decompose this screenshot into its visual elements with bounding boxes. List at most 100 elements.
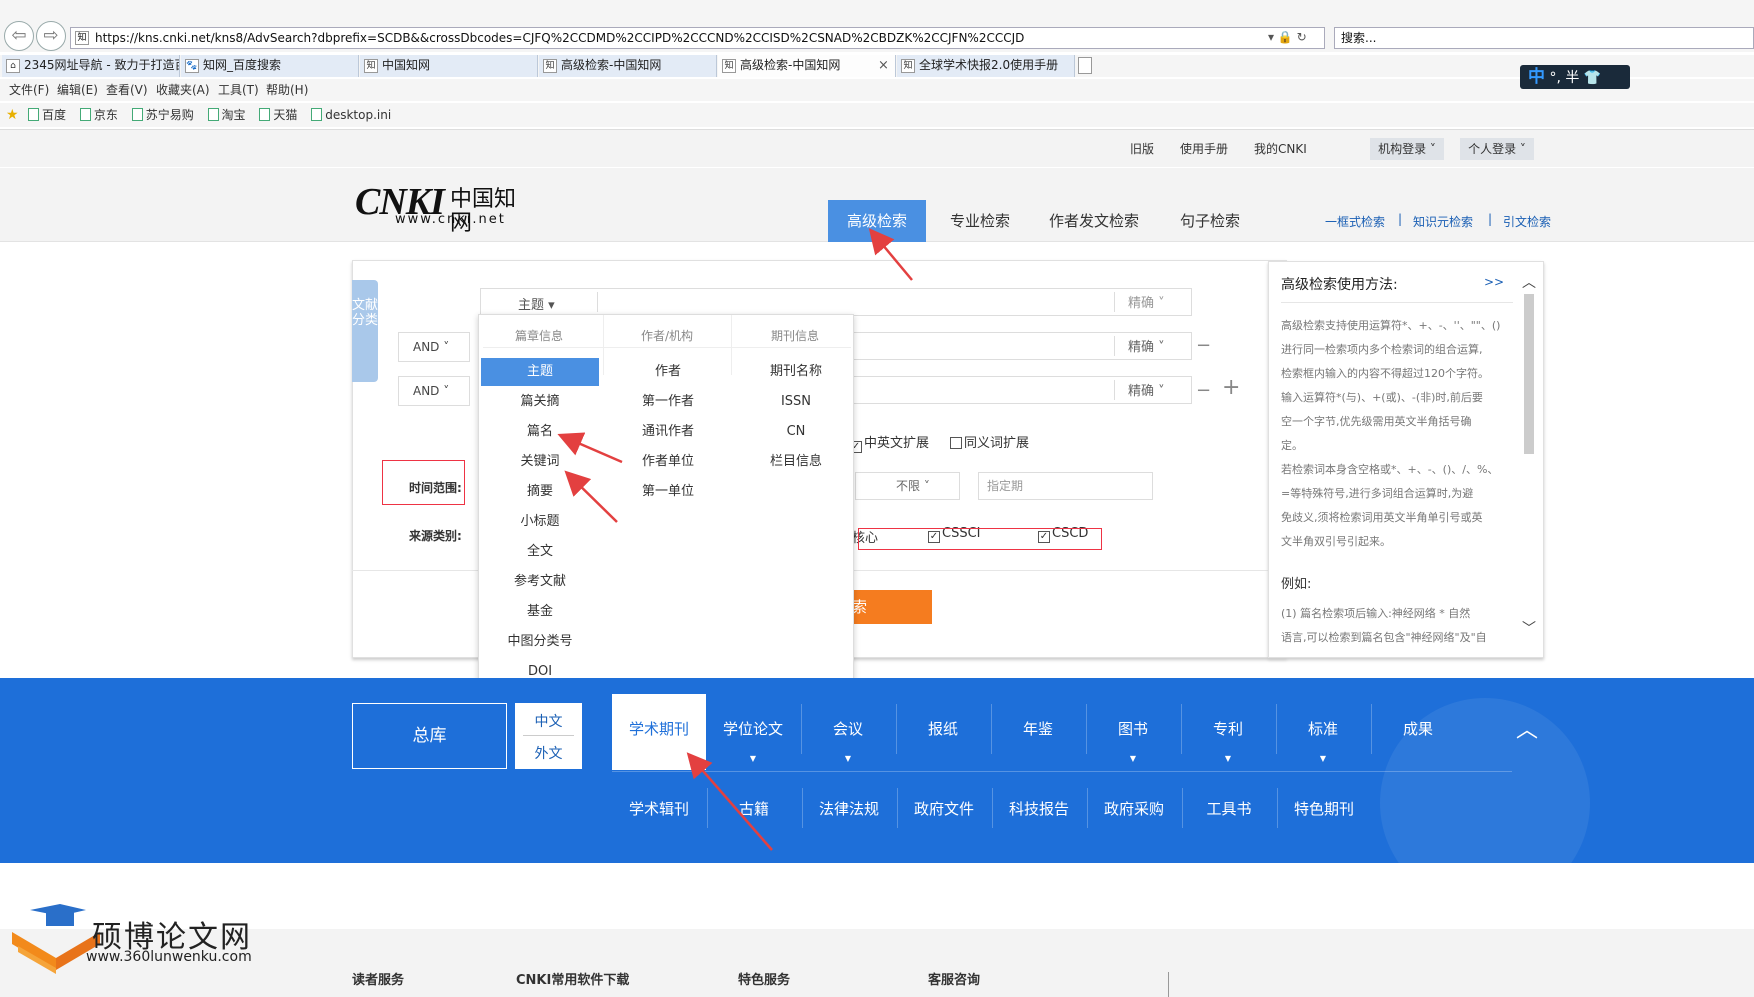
address-bar[interactable]: 知 https://kns.cnki.net/kns8/AdvSearch?db… xyxy=(70,27,1325,49)
citation-search-link[interactable]: 引文检索 xyxy=(1503,213,1551,230)
dropdown-item-cn[interactable]: CN xyxy=(737,418,855,446)
back-button[interactable]: ⇦ xyxy=(4,21,34,51)
menu-view[interactable]: 查看(V) xyxy=(106,79,148,101)
dropdown-item-affiliation[interactable]: 作者单位 xyxy=(609,448,727,476)
tab-author-search[interactable]: 作者发文检索 xyxy=(1040,200,1148,242)
my-cnki-link[interactable]: 我的CNKI xyxy=(1254,130,1307,168)
dropdown-item-keyword[interactable]: 关键词 xyxy=(481,448,599,476)
favorite-link[interactable]: 苏宁易购 xyxy=(131,103,194,127)
cnki-logo[interactable]: CNKI 中国知网 www.cnki.net xyxy=(355,182,535,236)
browser-tab-active[interactable]: 知高级检索-中国知网 × xyxy=(718,55,896,77)
dropdown-item-references[interactable]: 参考文献 xyxy=(481,568,599,596)
favorite-link[interactable]: 京东 xyxy=(79,103,118,127)
remove-row-button[interactable]: − xyxy=(1196,381,1211,401)
browser-search-input[interactable]: 搜索... xyxy=(1334,27,1754,49)
logic-select-1[interactable]: AND ˅ xyxy=(398,332,470,362)
foreign-toggle[interactable]: 外文 xyxy=(515,743,582,763)
synonym-extension-checkbox[interactable]: 同义词扩展 xyxy=(950,432,1029,451)
scroll-thumb[interactable] xyxy=(1524,294,1534,454)
dropdown-item-corresponding-author[interactable]: 通讯作者 xyxy=(609,418,727,446)
favorite-link[interactable]: 百度 xyxy=(28,103,66,127)
dropdown-item-column[interactable]: 栏目信息 xyxy=(737,448,855,476)
tab-sentence-search[interactable]: 句子检索 xyxy=(1168,200,1252,242)
exact-select[interactable]: 精确 ˅ xyxy=(1128,334,1165,362)
dropdown-item-subject[interactable]: 主题 xyxy=(481,358,599,386)
remove-row-button[interactable]: − xyxy=(1196,336,1211,356)
caret-down-icon[interactable]: ▼ xyxy=(1086,754,1180,763)
db-conference[interactable]: 会议 xyxy=(801,718,895,739)
forward-button[interactable]: ⇨ xyxy=(36,21,66,51)
scroll-up-icon[interactable]: ︿ xyxy=(1522,276,1536,290)
exact-select[interactable]: 精确 ˅ xyxy=(1128,378,1165,406)
zh-en-extension-checkbox[interactable]: ✓ 中英文扩展 xyxy=(850,432,929,453)
dropdown-item-journal-name[interactable]: 期刊名称 xyxy=(737,358,855,386)
specified-period-input[interactable]: 指定期 xyxy=(978,472,1153,500)
caret-down-icon[interactable]: ▼ xyxy=(1181,754,1275,763)
caret-down-icon[interactable]: ▼ xyxy=(1276,754,1370,763)
browser-tab[interactable]: ⌂2345网址导航 - 致力于打造百... xyxy=(2,55,180,77)
all-database-button[interactable]: 总库 xyxy=(352,703,507,769)
dropdown-item-author[interactable]: 作者 xyxy=(609,358,727,386)
exact-select[interactable]: 精确 ˅ xyxy=(1128,290,1165,318)
db-book[interactable]: 图书 xyxy=(1086,718,1180,739)
dropdown-item-clc[interactable]: 中图分类号 xyxy=(481,628,599,656)
dropdown-item-fulltext[interactable]: 全文 xyxy=(481,538,599,566)
personal-login-button[interactable]: 个人登录 ˅ xyxy=(1460,138,1534,160)
chinese-toggle[interactable]: 中文 xyxy=(515,711,582,731)
simple-search-link[interactable]: 一框式检索 xyxy=(1325,213,1385,230)
dropdown-item-subtitle[interactable]: 小标题 xyxy=(481,508,599,536)
category-side-tab[interactable]: 文献分类 xyxy=(352,280,378,382)
tab-close-icon[interactable]: × xyxy=(878,55,889,76)
db-academic-series[interactable]: 学术辑刊 xyxy=(612,798,706,819)
footer-customer-service[interactable]: 客服咨询 xyxy=(928,969,980,988)
db-tech-reports[interactable]: 科技报告 xyxy=(992,798,1086,819)
db-featured-journals[interactable]: 特色期刊 xyxy=(1277,798,1371,819)
footer-software-download[interactable]: CNKI常用软件下载 xyxy=(516,969,629,988)
favorites-star-icon[interactable]: ★ xyxy=(6,103,19,127)
favorite-link[interactable]: 天猫 xyxy=(259,103,297,127)
browser-tab[interactable]: 🐾 知网_百度搜索 xyxy=(181,55,359,77)
favorite-link[interactable]: 淘宝 xyxy=(207,103,246,127)
knowledge-search-link[interactable]: 知识元检索 xyxy=(1413,213,1473,230)
help-scrollbar[interactable]: ︿ ﹀ xyxy=(1522,276,1536,646)
footer-featured-service[interactable]: 特色服务 xyxy=(738,969,790,988)
logic-select-2[interactable]: AND ˅ xyxy=(398,376,470,406)
add-row-button[interactable]: + xyxy=(1222,377,1240,399)
db-dissertation[interactable]: 学位论文 xyxy=(706,718,800,739)
favorite-link[interactable]: desktop.ini xyxy=(311,103,391,127)
help-more-link[interactable]: >> xyxy=(1484,275,1504,289)
db-government-docs[interactable]: 政府文件 xyxy=(897,798,991,819)
db-reference-books[interactable]: 工具书 xyxy=(1182,798,1276,819)
caret-down-icon[interactable]: ▼ xyxy=(706,754,800,763)
new-tab-icon[interactable] xyxy=(1078,57,1092,74)
ime-toolbar[interactable]: 中 °, 半 👕 xyxy=(1520,65,1630,89)
db-newspaper[interactable]: 报纸 xyxy=(896,718,990,739)
search-input-1[interactable] xyxy=(601,290,1111,314)
db-achievement[interactable]: 成果 xyxy=(1371,718,1465,739)
db-yearbook[interactable]: 年鉴 xyxy=(991,718,1085,739)
browser-tab[interactable]: 知高级检索-中国知网 xyxy=(539,55,717,77)
menu-favorites[interactable]: 收藏夹(A) xyxy=(156,79,210,101)
manual-link[interactable]: 使用手册 xyxy=(1180,130,1228,168)
browser-tab[interactable]: 知全球学术快报2.0使用手册 xyxy=(897,55,1075,77)
db-gov-procurement[interactable]: 政府采购 xyxy=(1087,798,1181,819)
dropdown-item-first-affiliation[interactable]: 第一单位 xyxy=(609,478,727,506)
dropdown-item-abstract-title[interactable]: 篇关摘 xyxy=(481,388,599,416)
field-select[interactable]: 主题 ▾ xyxy=(518,294,555,313)
collapse-up-icon[interactable]: ︿ xyxy=(1516,712,1538,744)
dropdown-item-abstract[interactable]: 摘要 xyxy=(481,478,599,506)
menu-edit[interactable]: 编辑(E) xyxy=(57,79,98,101)
address-actions-icon[interactable]: ▾ 🔒 ↻ xyxy=(1268,27,1307,47)
caret-down-icon[interactable]: ▼ xyxy=(801,754,895,763)
db-ancient-books[interactable]: 古籍 xyxy=(707,798,801,819)
browser-tab[interactable]: 知中国知网 xyxy=(360,55,538,77)
menu-help[interactable]: 帮助(H) xyxy=(266,79,308,101)
db-standard[interactable]: 标准 xyxy=(1276,718,1370,739)
tab-professional-search[interactable]: 专业检索 xyxy=(938,200,1022,242)
dropdown-item-issn[interactable]: ISSN xyxy=(737,388,855,416)
time-range-select[interactable]: 不限 ˅ xyxy=(855,472,960,500)
db-laws[interactable]: 法律法规 xyxy=(802,798,896,819)
footer-reader-service[interactable]: 读者服务 xyxy=(352,969,404,988)
scroll-down-icon[interactable]: ﹀ xyxy=(1522,622,1536,636)
dropdown-item-fund[interactable]: 基金 xyxy=(481,598,599,626)
